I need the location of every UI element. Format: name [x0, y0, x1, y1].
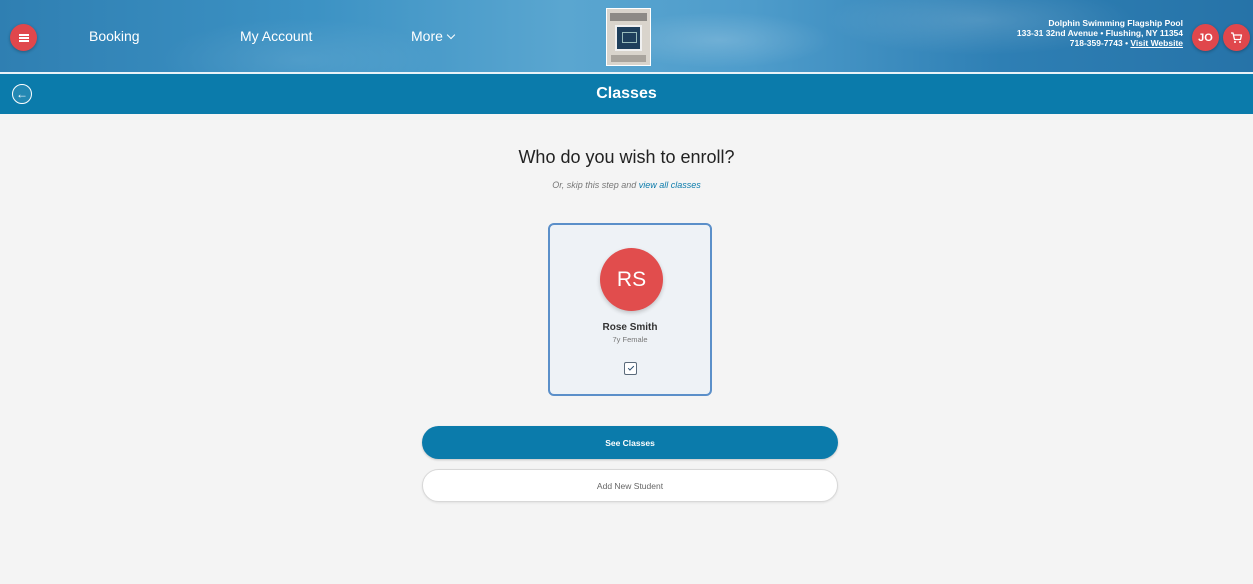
add-new-student-button[interactable]: Add New Student [422, 469, 838, 502]
visit-website-link[interactable]: Visit Website [1130, 38, 1183, 48]
user-avatar-button[interactable]: JO [1192, 24, 1219, 51]
student-select-checkbox[interactable] [624, 362, 637, 375]
student-name: Rose Smith [602, 322, 658, 333]
top-navigation-bar: Booking My Account More Dolphin Swimming… [0, 0, 1253, 72]
cart-icon [1231, 31, 1243, 43]
pool-name: Dolphin Swimming Flagship Pool [1048, 18, 1183, 28]
page-title: Classes [596, 85, 657, 102]
pool-phone: 718-359-7743 [1069, 38, 1123, 48]
pool-address: 133-31 32nd Avenue • Flushing, NY 11354 [1016, 28, 1183, 38]
page-title-bar: ← Classes [0, 74, 1253, 114]
student-card[interactable]: RS Rose Smith 7y Female [548, 223, 712, 396]
checkmark-icon [627, 364, 634, 371]
pool-contact: 718-359-7743 • Visit Website [1017, 38, 1183, 48]
logo-roof [610, 13, 647, 21]
nav-more-label: More [411, 28, 443, 44]
skip-text: Or, skip this step and view all classes [0, 180, 1253, 190]
chevron-down-icon [446, 30, 456, 40]
logo-steps [611, 55, 646, 62]
cart-button[interactable] [1223, 24, 1250, 51]
menu-button[interactable] [10, 24, 37, 51]
skip-prefix: Or, skip this step and [552, 180, 639, 190]
pool-info: Dolphin Swimming Flagship Pool 133-31 32… [1017, 18, 1183, 48]
hamburger-icon [18, 33, 29, 42]
student-meta: 7y Female [612, 335, 648, 344]
pool-logo[interactable] [606, 8, 651, 66]
student-avatar: RS [600, 248, 663, 311]
nav-my-account[interactable]: My Account [240, 28, 312, 44]
enroll-heading: Who do you wish to enroll? [518, 147, 735, 167]
nav-more[interactable]: More [411, 28, 456, 44]
user-initials: JO [1198, 31, 1213, 44]
nav-booking[interactable]: Booking [89, 28, 140, 44]
view-all-classes-link[interactable]: view all classes [639, 180, 701, 190]
logo-door [615, 25, 642, 51]
see-classes-button[interactable]: See Classes [422, 426, 838, 459]
